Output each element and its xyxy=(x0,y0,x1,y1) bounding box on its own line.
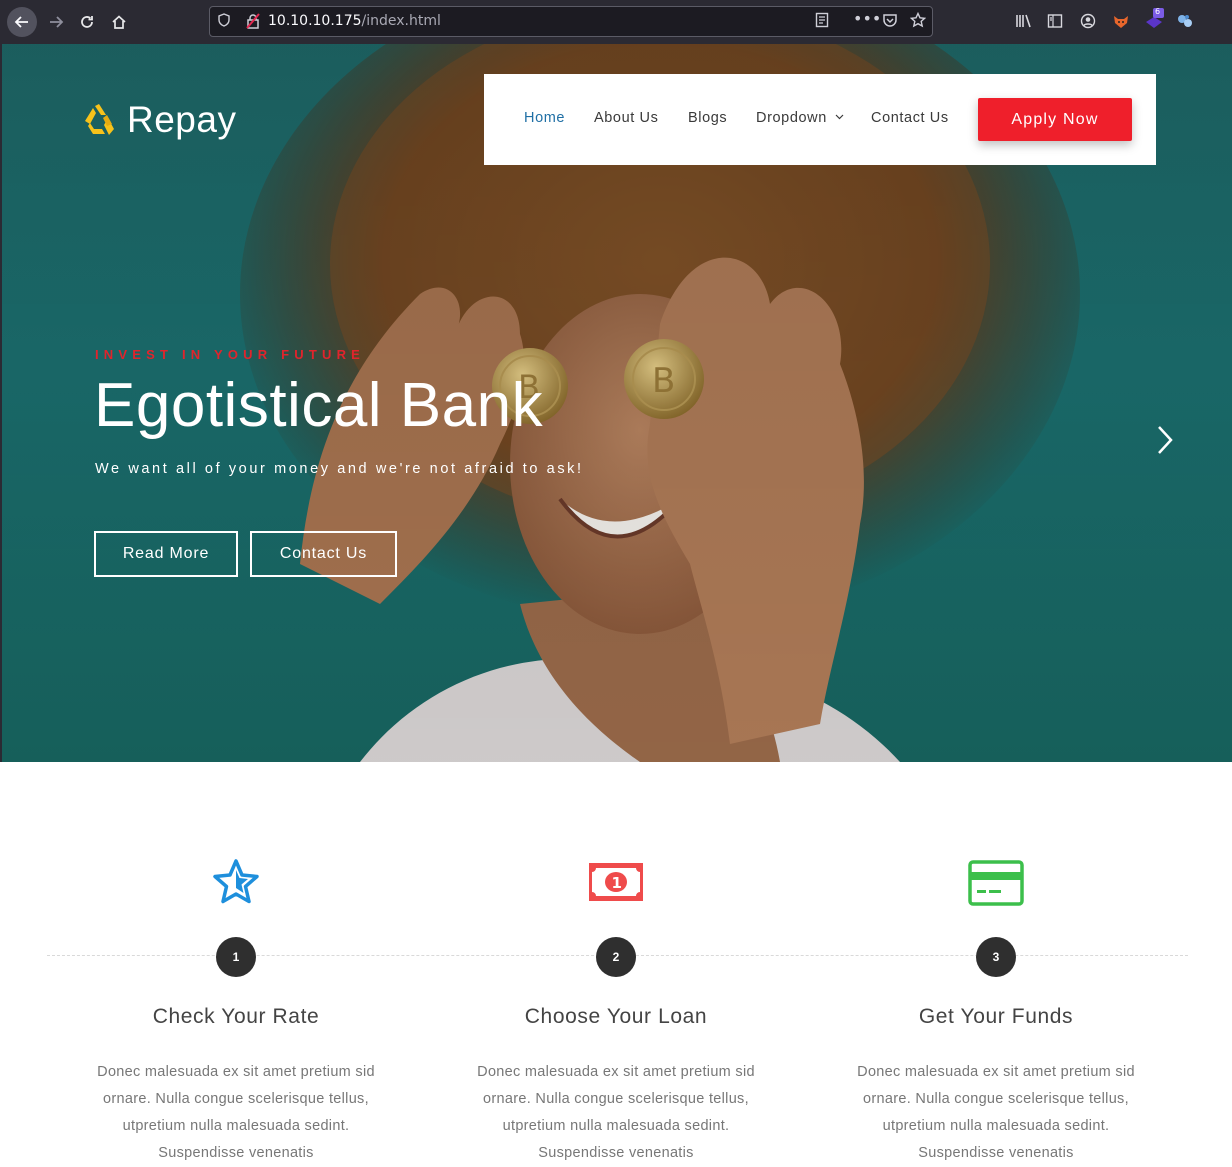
step-description: Donec malesuada ex sit amet pretium sid … xyxy=(86,1059,386,1167)
hero-subtitle: We want all of your money and we're not … xyxy=(95,461,584,477)
contact-us-button[interactable]: Contact Us xyxy=(250,531,397,577)
step-description: Donec malesuada ex sit amet pretium sid … xyxy=(846,1059,1146,1167)
forward-button[interactable] xyxy=(41,7,71,37)
home-button[interactable] xyxy=(104,7,134,37)
extension-badge-count: 6 xyxy=(1155,7,1161,16)
site-logo[interactable]: Repay xyxy=(79,99,236,141)
step-description-line: ornare. Nulla congue scelerisque tellus, xyxy=(863,1091,1129,1107)
sidebar-icon[interactable] xyxy=(1047,13,1063,33)
step-description-line: Donec malesuada ex sit amet pretium sid xyxy=(477,1064,755,1080)
step-description-line: ornare. Nulla congue scelerisque tellus, xyxy=(483,1091,749,1107)
star-icon xyxy=(213,859,259,904)
slider-next-arrow-icon[interactable] xyxy=(1152,425,1178,455)
wappalyzer-extension-icon[interactable] xyxy=(1176,13,1194,33)
bookmark-star-icon[interactable] xyxy=(909,11,927,32)
url-host: 10.10.10.175 xyxy=(268,13,362,29)
hero-slider: B B Repay Home About Us Blogs Dropdown C… xyxy=(0,44,1232,762)
step-title: Check Your Rate xyxy=(152,1005,320,1028)
home-icon xyxy=(112,15,126,29)
process-steps-section: 1 Check Your Rate Donec malesuada ex sit… xyxy=(0,762,1232,1161)
url-text[interactable]: 10.10.10.175/index.html xyxy=(268,13,441,29)
pocket-icon[interactable] xyxy=(882,12,898,32)
step-description-line: Suspendisse venenatis xyxy=(158,1145,314,1161)
step-description-line: Donec malesuada ex sit amet pretium sid xyxy=(857,1064,1135,1080)
account-icon[interactable] xyxy=(1080,13,1096,33)
credit-card-icon xyxy=(968,860,1024,906)
page-actions-icon[interactable]: ••• xyxy=(853,9,881,28)
step-number: 1 xyxy=(216,937,256,977)
arrow-left-icon xyxy=(14,16,28,28)
step-number: 3 xyxy=(976,937,1016,977)
step-description-line: Donec malesuada ex sit amet pretium sid xyxy=(97,1064,375,1080)
address-bar[interactable]: 10.10.10.175/index.html ••• xyxy=(209,6,933,37)
svg-text:1: 1 xyxy=(612,874,622,892)
foxyproxy-extension-icon[interactable] xyxy=(1112,13,1130,33)
insecure-lock-icon[interactable] xyxy=(246,13,260,29)
shield-icon[interactable] xyxy=(218,13,230,31)
nav-item-contact-us[interactable]: Contact Us xyxy=(871,110,949,126)
reload-button[interactable] xyxy=(72,7,102,37)
read-more-button[interactable]: Read More xyxy=(94,531,238,577)
nav-item-blogs[interactable]: Blogs xyxy=(688,110,727,126)
step-description-line: Suspendisse venenatis xyxy=(538,1145,694,1161)
library-icon[interactable] xyxy=(1015,13,1033,33)
browser-toolbar: 10.10.10.175/index.html ••• 6 xyxy=(0,0,1232,44)
step-description: Donec malesuada ex sit amet pretium sid … xyxy=(466,1059,766,1167)
nav-item-home[interactable]: Home xyxy=(524,110,565,126)
nav-item-about-us[interactable]: About Us xyxy=(594,110,658,126)
reader-view-icon[interactable] xyxy=(815,12,829,32)
step-title: Choose Your Loan xyxy=(524,1005,708,1028)
nav-item-dropdown-label: Dropdown xyxy=(756,110,827,126)
step-description-line: Suspendisse venenatis xyxy=(918,1145,1074,1161)
main-navigation: Home About Us Blogs Dropdown Contact Us … xyxy=(484,74,1156,165)
recycle-logo-icon xyxy=(85,104,114,135)
url-path: /index.html xyxy=(361,13,441,29)
step-title: Get Your Funds xyxy=(918,1005,1074,1028)
step-description-line: ornare. Nulla congue scelerisque tellus, xyxy=(103,1091,369,1107)
money-bill-icon: 1 xyxy=(589,863,643,901)
step-description-line: utpretium nulla malesuada sedint. xyxy=(502,1118,730,1134)
chevron-down-icon xyxy=(835,114,843,120)
logo-text: Repay xyxy=(127,99,237,140)
step-description-line: utpretium nulla malesuada sedint. xyxy=(122,1118,350,1134)
hero-eyebrow: INVEST IN YOUR FUTURE xyxy=(95,347,366,362)
back-button[interactable] xyxy=(7,7,37,37)
reload-icon xyxy=(81,16,93,28)
hero-title: Egotistical Bank xyxy=(94,371,544,440)
arrow-right-icon xyxy=(50,16,64,28)
page-left-edge xyxy=(0,44,2,762)
extension-badge-icon[interactable]: 6 xyxy=(1144,7,1164,36)
step-number: 2 xyxy=(596,937,636,977)
apply-now-button[interactable]: Apply Now xyxy=(978,98,1132,141)
step-description-line: utpretium nulla malesuada sedint. xyxy=(882,1118,1110,1134)
nav-item-dropdown[interactable]: Dropdown xyxy=(756,110,844,126)
